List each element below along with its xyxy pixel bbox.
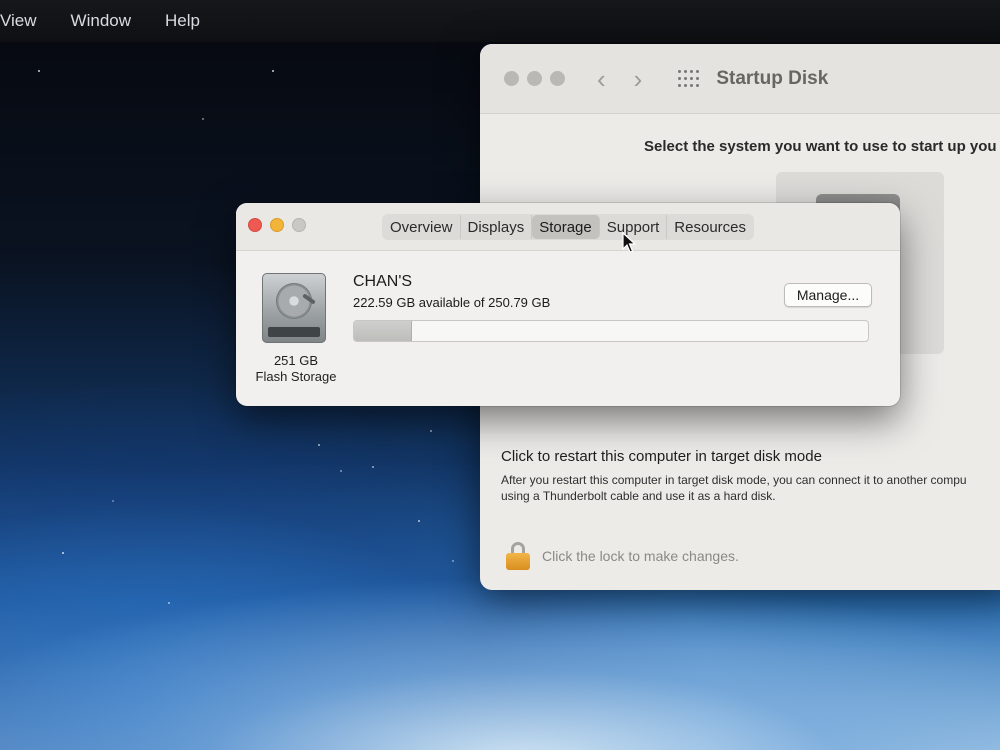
- zoom-button[interactable]: [292, 218, 306, 232]
- tab-displays[interactable]: Displays: [461, 215, 533, 239]
- startup-prompt: Select the system you want to use to sta…: [644, 138, 997, 155]
- target-disk-mode-desc-line1: After you restart this computer in targe…: [501, 473, 967, 487]
- storage-usage-bar: [353, 320, 869, 342]
- hard-drive-icon: [262, 273, 326, 343]
- tab-overview[interactable]: Overview: [383, 215, 461, 239]
- lock-icon[interactable]: [506, 542, 530, 570]
- disk-size-label: 251 GB: [273, 353, 319, 368]
- about-this-mac-window: Overview Displays Storage Support Resour…: [236, 203, 900, 406]
- lock-row: Click the lock to make changes.: [506, 542, 739, 570]
- minimize-button[interactable]: [270, 218, 284, 232]
- volume-availability: 222.59 GB available of 250.79 GB: [353, 295, 551, 310]
- close-button[interactable]: [248, 218, 262, 232]
- chevron-right-icon[interactable]: ›: [634, 66, 643, 92]
- menu-bar: View Window Help: [0, 0, 1000, 42]
- volume-name: CHAN'S: [353, 273, 413, 290]
- disk-type-label: Flash Storage: [255, 369, 337, 384]
- lock-text: Click the lock to make changes.: [542, 548, 739, 564]
- window-close-button[interactable]: [504, 71, 519, 86]
- storage-pane: 251 GB Flash Storage CHAN'S 222.59 GB av…: [236, 251, 900, 406]
- window-title: Startup Disk: [716, 67, 829, 89]
- menu-help[interactable]: Help: [163, 11, 202, 31]
- chevron-left-icon[interactable]: ‹: [597, 66, 606, 92]
- menu-window[interactable]: Window: [69, 11, 133, 31]
- grid-icon[interactable]: [678, 69, 700, 88]
- tab-resources[interactable]: Resources: [667, 215, 753, 239]
- window-zoom-button[interactable]: [550, 71, 565, 86]
- window-minimize-button[interactable]: [527, 71, 542, 86]
- disk-capacity: 251 GB Flash Storage: [254, 353, 338, 385]
- startup-disk-titlebar: ‹ › Startup Disk: [480, 44, 1000, 114]
- tab-bar: Overview Displays Storage Support Resour…: [382, 214, 754, 240]
- manage-button[interactable]: Manage...: [784, 283, 872, 307]
- about-titlebar: Overview Displays Storage Support Resour…: [236, 203, 900, 251]
- target-disk-mode-desc-line2: using a Thunderbolt cable and use it as …: [501, 489, 776, 503]
- target-disk-mode-title: Click to restart this computer in target…: [501, 448, 822, 465]
- storage-used-fill: [354, 321, 412, 341]
- tab-storage[interactable]: Storage: [532, 215, 600, 239]
- mouse-cursor-icon: [622, 232, 636, 253]
- target-disk-mode-description: After you restart this computer in targe…: [501, 472, 1000, 504]
- menu-view[interactable]: View: [0, 11, 39, 31]
- traffic-lights: [248, 218, 306, 232]
